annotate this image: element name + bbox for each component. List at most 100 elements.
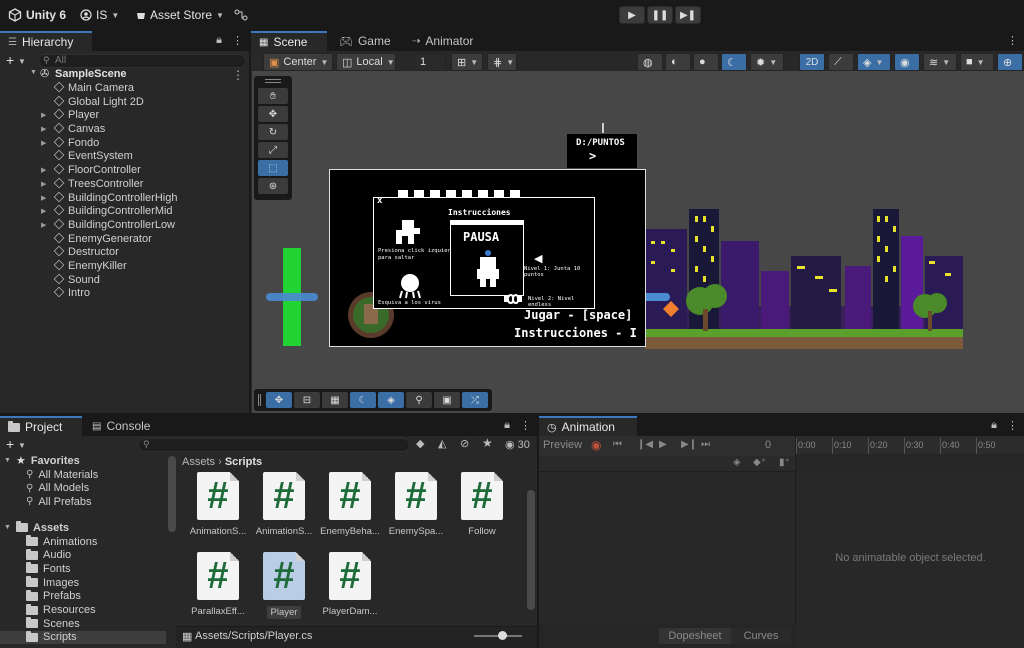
- expand-arrow-icon[interactable]: ▶: [41, 109, 46, 123]
- hierarchy-item[interactable]: ▶ FloorController: [0, 163, 248, 178]
- script-asset[interactable]: # Follow: [446, 472, 518, 537]
- lock-icon[interactable]: 🔒︎: [504, 419, 510, 432]
- lock-icon[interactable]: 🔒︎: [991, 419, 997, 432]
- visibility-toggle[interactable]: ◉: [894, 53, 920, 71]
- project-search-input[interactable]: ⚲: [138, 438, 410, 452]
- next-frame-icon[interactable]: ▶❙: [681, 439, 697, 450]
- folder-item[interactable]: Prefabs: [0, 589, 166, 603]
- snap-dropdown[interactable]: ⋕ ▼: [487, 53, 517, 71]
- folder-item[interactable]: Fonts: [0, 562, 166, 575]
- warning-icon[interactable]: ⊘: [460, 437, 469, 450]
- debug-dropdown[interactable]: ✹ ▼: [750, 53, 784, 71]
- hand-tool-button[interactable]: ✋︎: [258, 88, 288, 104]
- hierarchy-item[interactable]: ▶ Fondo: [0, 136, 248, 151]
- folder-item[interactable]: Scenes: [0, 617, 166, 630]
- event-track[interactable]: [796, 454, 1024, 472]
- close-icon[interactable]: x: [377, 196, 382, 206]
- type-filter-icon[interactable]: ◆: [416, 437, 424, 450]
- draw-mode-shaded-wire[interactable]: ◐: [665, 53, 691, 71]
- expand-arrow-icon[interactable]: ▶: [41, 137, 46, 151]
- more-icon[interactable]: ⋮: [1007, 34, 1018, 47]
- more-icon[interactable]: ⋮: [232, 68, 244, 82]
- hierarchy-item[interactable]: ▶ TreesController: [0, 177, 248, 192]
- add-event-icon[interactable]: ▮⁺: [779, 457, 790, 468]
- script-asset[interactable]: # Player: [248, 552, 320, 622]
- last-frame-icon[interactable]: ⏭: [701, 439, 710, 450]
- folder-item[interactable]: Animations: [0, 535, 166, 548]
- tab-scene[interactable]: ▦ Scene: [251, 31, 327, 51]
- move-tool-button[interactable]: ✥: [258, 106, 288, 122]
- add-icon[interactable]: +: [6, 52, 14, 68]
- tab-game[interactable]: 🎮︎ Game: [331, 31, 399, 51]
- expand-arrow-icon[interactable]: ▶: [41, 219, 46, 233]
- hierarchy-item[interactable]: Main Camera: [0, 81, 248, 96]
- frame-input[interactable]: 0: [765, 439, 771, 451]
- curves-tab[interactable]: Curves: [731, 628, 791, 644]
- transform-tool-button[interactable]: ⊛: [258, 178, 288, 194]
- hidden-packages-toggle[interactable]: ◉ 30: [505, 438, 530, 451]
- version-control-button[interactable]: [234, 6, 248, 24]
- drag-handle-icon[interactable]: [265, 79, 281, 83]
- expand-arrow-icon[interactable]: ▶: [41, 164, 46, 178]
- chevron-down-icon[interactable]: ▼: [18, 441, 26, 450]
- expand-arrow-icon[interactable]: ▼: [30, 69, 37, 76]
- draw-mode-wireframe[interactable]: ◍: [637, 53, 663, 71]
- unity-menu[interactable]: Unity 6: [8, 6, 66, 24]
- draw-mode-shaded[interactable]: ●: [693, 53, 719, 71]
- rotate-tool-button[interactable]: ↻: [258, 124, 288, 140]
- hierarchy-item[interactable]: Destructor: [0, 245, 248, 260]
- first-frame-icon[interactable]: ⏮: [613, 439, 622, 450]
- script-asset[interactable]: # EnemySpa...: [380, 472, 452, 537]
- scale-tool-button[interactable]: ⤢: [258, 142, 288, 158]
- dopesheet-area[interactable]: No animatable object selected.: [795, 472, 1024, 624]
- favorite-item[interactable]: ⚲ All Models: [26, 482, 89, 495]
- gizmos-dropdown[interactable]: ⊕: [997, 53, 1023, 71]
- more-icon[interactable]: ⋮: [1007, 419, 1018, 432]
- preview-button[interactable]: Preview: [543, 439, 582, 451]
- pause-button[interactable]: ❚❚: [647, 6, 673, 24]
- hierarchy-item[interactable]: Global Light 2D: [0, 95, 248, 110]
- hierarchy-item[interactable]: ▶ Player: [0, 109, 248, 123]
- folder-item[interactable]: Resources: [0, 603, 166, 617]
- play-icon[interactable]: ▶: [659, 439, 667, 450]
- add-icon[interactable]: +: [6, 436, 14, 452]
- assets-header[interactable]: ▼ Assets: [4, 521, 69, 534]
- tab-animation[interactable]: ◷ Animation: [539, 416, 637, 436]
- overlay-grid-button[interactable]: ▦: [322, 392, 348, 408]
- more-icon[interactable]: ⋮: [520, 419, 531, 432]
- step-button[interactable]: ▶❚: [675, 6, 701, 24]
- overlay-light-button[interactable]: ☾: [350, 392, 376, 408]
- expand-arrow-icon[interactable]: ▶: [41, 205, 46, 219]
- dopesheet-tab[interactable]: Dopesheet: [659, 628, 731, 644]
- star-icon[interactable]: ★: [482, 436, 493, 450]
- favorites-header[interactable]: ▼ ★ Favorites: [4, 454, 80, 468]
- more-icon[interactable]: ⋮: [232, 34, 243, 47]
- hierarchy-item[interactable]: Sound: [0, 273, 248, 288]
- asset-store-dropdown[interactable]: Asset Store ▼: [136, 6, 224, 24]
- add-keyframe-icon[interactable]: ◆⁺: [753, 457, 766, 468]
- chevron-down-icon[interactable]: ▼: [18, 57, 26, 66]
- hierarchy-item[interactable]: EnemyKiller: [0, 259, 248, 274]
- audio-toggle[interactable]: ⟋: [828, 53, 854, 71]
- overlay-search-button[interactable]: ⚲: [406, 392, 432, 408]
- tab-console[interactable]: ▤ Console: [84, 416, 158, 436]
- hierarchy-item[interactable]: ▶ BuildingControllerMid: [0, 204, 248, 219]
- hierarchy-search-input[interactable]: ⚲ All: [38, 54, 246, 68]
- script-asset[interactable]: # ParallaxEff...: [182, 552, 254, 617]
- scene-root-row[interactable]: ▼ ✇ SampleScene ⋮: [30, 68, 248, 82]
- hierarchy-item[interactable]: EventSystem: [0, 150, 248, 164]
- tab-project[interactable]: Project: [0, 416, 82, 436]
- layers-dropdown[interactable]: ≋ ▼: [923, 53, 957, 71]
- overlay-shuffle-button[interactable]: ⤮: [462, 392, 488, 408]
- lighting-toggle[interactable]: ☾: [721, 53, 747, 71]
- breadcrumb-current[interactable]: Scripts: [225, 456, 262, 468]
- folder-item[interactable]: Images: [0, 576, 166, 589]
- 2d-toggle[interactable]: 2D: [799, 53, 825, 71]
- pivot-dropdown[interactable]: ▣ Center ▼: [263, 53, 333, 71]
- folder-item[interactable]: Scripts: [0, 630, 166, 644]
- overlay-move-button[interactable]: ✥: [266, 392, 292, 408]
- prev-frame-icon[interactable]: ❙◀: [637, 439, 653, 450]
- label-filter-icon[interactable]: ◭: [438, 437, 446, 450]
- tab-hierarchy[interactable]: ☰ Hierarchy: [0, 31, 92, 51]
- folder-item[interactable]: Audio: [0, 548, 166, 562]
